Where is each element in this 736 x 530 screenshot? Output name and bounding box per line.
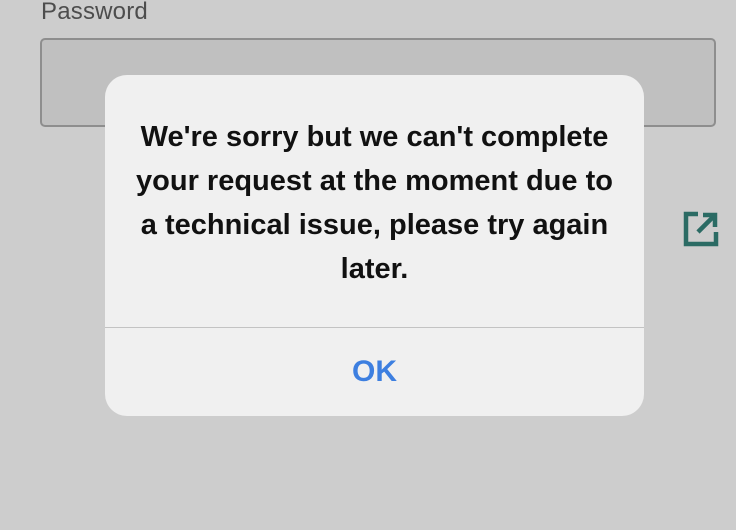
alert-dialog: We're sorry but we can't complete your r… xyxy=(105,75,644,416)
external-link-icon[interactable] xyxy=(682,210,720,248)
password-label: Password xyxy=(41,0,148,25)
alert-message: We're sorry but we can't complete your r… xyxy=(136,121,613,285)
ok-button[interactable]: OK xyxy=(105,328,644,416)
